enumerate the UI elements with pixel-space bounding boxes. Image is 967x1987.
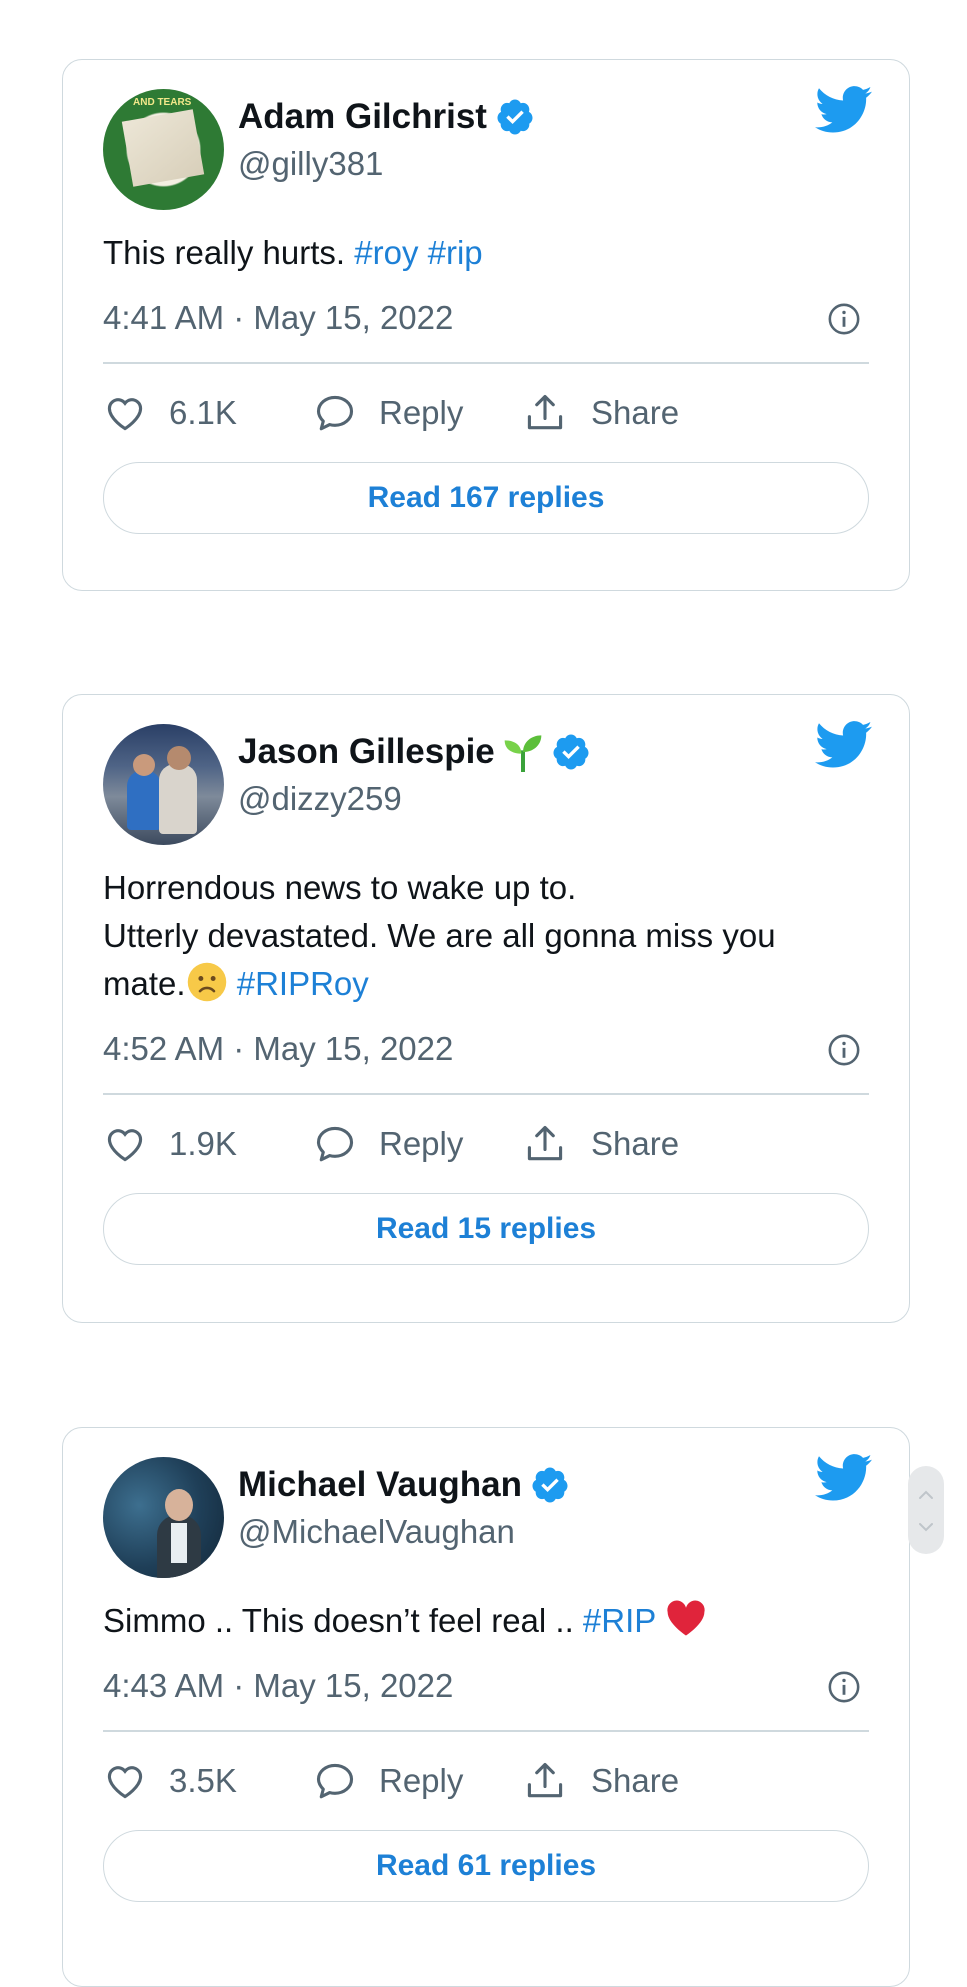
avatar-image [171,1523,187,1563]
frown-emoji-icon [187,962,226,1002]
info-icon[interactable] [827,302,861,336]
heart-icon [107,1766,143,1799]
tweet-text: Simmo .. This doesn’t feel real .. #RIP [103,1597,869,1645]
tweet-actions: 1.9K Reply Share [103,1095,869,1193]
hashtag-link[interactable]: #RIP [583,1602,656,1639]
share-button[interactable]: Share [523,1759,679,1803]
tweet-timestamp[interactable]: 4:41 AM · May 15, 2022 [103,299,453,336]
tweet-header: Michael Vaughan @MichaelVaughan [103,1454,873,1578]
chevron-down-icon[interactable] [917,1520,935,1534]
avatar[interactable]: AND TEARS [103,89,224,210]
tweet-actions: 3.5K Reply Share [103,1732,869,1830]
tweet-body-line: Horrendous news to wake up to. [103,869,577,906]
author-info: Jason Gillespie @dizzy259 [238,730,591,818]
tweet-timestamp-row: 4:43 AM · May 15, 2022 [103,1662,869,1710]
tweet-body-line: Utterly devastated. We are all gonna mis… [103,917,776,954]
share-icon [527,394,563,430]
tweet-body-line: mate. [103,965,186,1002]
twitter-bird-icon[interactable] [815,720,873,770]
info-icon[interactable] [827,1033,861,1067]
avatar-image [159,764,197,834]
like-count: 1.9K [169,1125,237,1162]
tweet-body: Simmo .. This doesn’t feel real .. [103,1602,583,1639]
tweet-timestamp-row: 4:41 AM · May 15, 2022 [103,294,869,342]
twitter-bird-icon[interactable] [815,1453,873,1503]
verified-badge-icon [553,734,589,770]
author-name[interactable]: Michael Vaughan [238,1465,522,1505]
author-name[interactable]: Jason Gillespie [238,732,495,772]
like-count: 3.5K [169,1762,237,1799]
share-button[interactable]: Share [523,391,679,435]
tweet-timestamp[interactable]: 4:43 AM · May 15, 2022 [103,1667,453,1704]
author-name[interactable]: Adam Gilchrist [238,97,487,137]
reply-bubble-icon [316,1126,354,1162]
avatar-image [121,109,205,187]
avatar[interactable] [103,1457,224,1578]
avatar[interactable] [103,724,224,845]
verified-badge-icon [497,99,533,135]
info-icon[interactable] [827,1670,861,1704]
verified-badge-icon [532,1467,568,1503]
author-handle[interactable]: @gilly381 [238,145,535,183]
avatar-image [133,754,155,776]
read-replies-button[interactable]: Read 167 replies [103,462,869,534]
tweet-text: This really hurts. #roy #rip [103,229,869,277]
chevron-up-icon[interactable] [917,1488,935,1502]
hashtag-link[interactable]: #rip [428,234,483,271]
author-info: Michael Vaughan @MichaelVaughan [238,1463,570,1551]
reply-bubble-icon [316,395,354,431]
tweet-header: Jason Gillespie @dizzy259 [103,721,873,845]
heart-icon [107,398,143,431]
reply-button[interactable]: Reply [313,391,523,435]
hashtag-link[interactable]: #roy [354,234,418,271]
share-label: Share [591,1125,680,1162]
like-button[interactable]: 6.1K [103,391,313,435]
author-info: Adam Gilchrist @gilly381 [238,95,535,183]
share-label: Share [591,394,680,431]
share-label: Share [591,1762,680,1799]
tweet-actions: 6.1K Reply Share [103,364,869,462]
heart-icon [107,1129,143,1162]
reply-bubble-icon [316,1763,354,1799]
tweet-card[interactable]: Michael Vaughan @MichaelVaughan Simmo ..… [62,1427,910,1987]
reply-button[interactable]: Reply [313,1759,523,1803]
reply-button[interactable]: Reply [313,1122,523,1166]
read-replies-button[interactable]: Read 61 replies [103,1830,869,1902]
scroll-control[interactable] [908,1466,944,1554]
tweet-timestamp-row: 4:52 AM · May 15, 2022 [103,1025,869,1073]
tweet-body: This really hurts. [103,234,355,271]
tweet-text: Horrendous news to wake up to. Utterly d… [103,864,869,1008]
reply-label: Reply [379,1125,464,1162]
tweet-timestamp[interactable]: 4:52 AM · May 15, 2022 [103,1030,453,1067]
author-handle[interactable]: @dizzy259 [238,780,591,818]
reply-label: Reply [379,394,464,431]
avatar-image [167,746,191,770]
hashtag-link[interactable]: #RIPRoy [237,965,369,1002]
share-button[interactable]: Share [523,1122,679,1166]
share-icon [527,1762,563,1798]
avatar-text: AND TEARS [133,97,192,108]
tweet-card[interactable]: AND TEARS Adam Gilchrist @gilly381 This … [62,59,910,591]
share-icon [527,1125,563,1161]
twitter-bird-icon[interactable] [815,85,873,135]
tweet-card[interactable]: Jason Gillespie @dizzy259 Horrendous new… [62,694,910,1323]
tweet-header: AND TEARS Adam Gilchrist @gilly381 [103,86,873,210]
reply-label: Reply [379,1762,464,1799]
like-button[interactable]: 1.9K [103,1122,313,1166]
avatar-image [127,770,161,830]
like-button[interactable]: 3.5K [103,1759,313,1803]
like-count: 6.1K [169,394,237,431]
read-replies-button[interactable]: Read 15 replies [103,1193,869,1265]
sprout-icon [504,735,542,772]
avatar-image [165,1489,193,1521]
red-heart-emoji-icon [667,1600,705,1636]
author-handle[interactable]: @MichaelVaughan [238,1513,570,1551]
